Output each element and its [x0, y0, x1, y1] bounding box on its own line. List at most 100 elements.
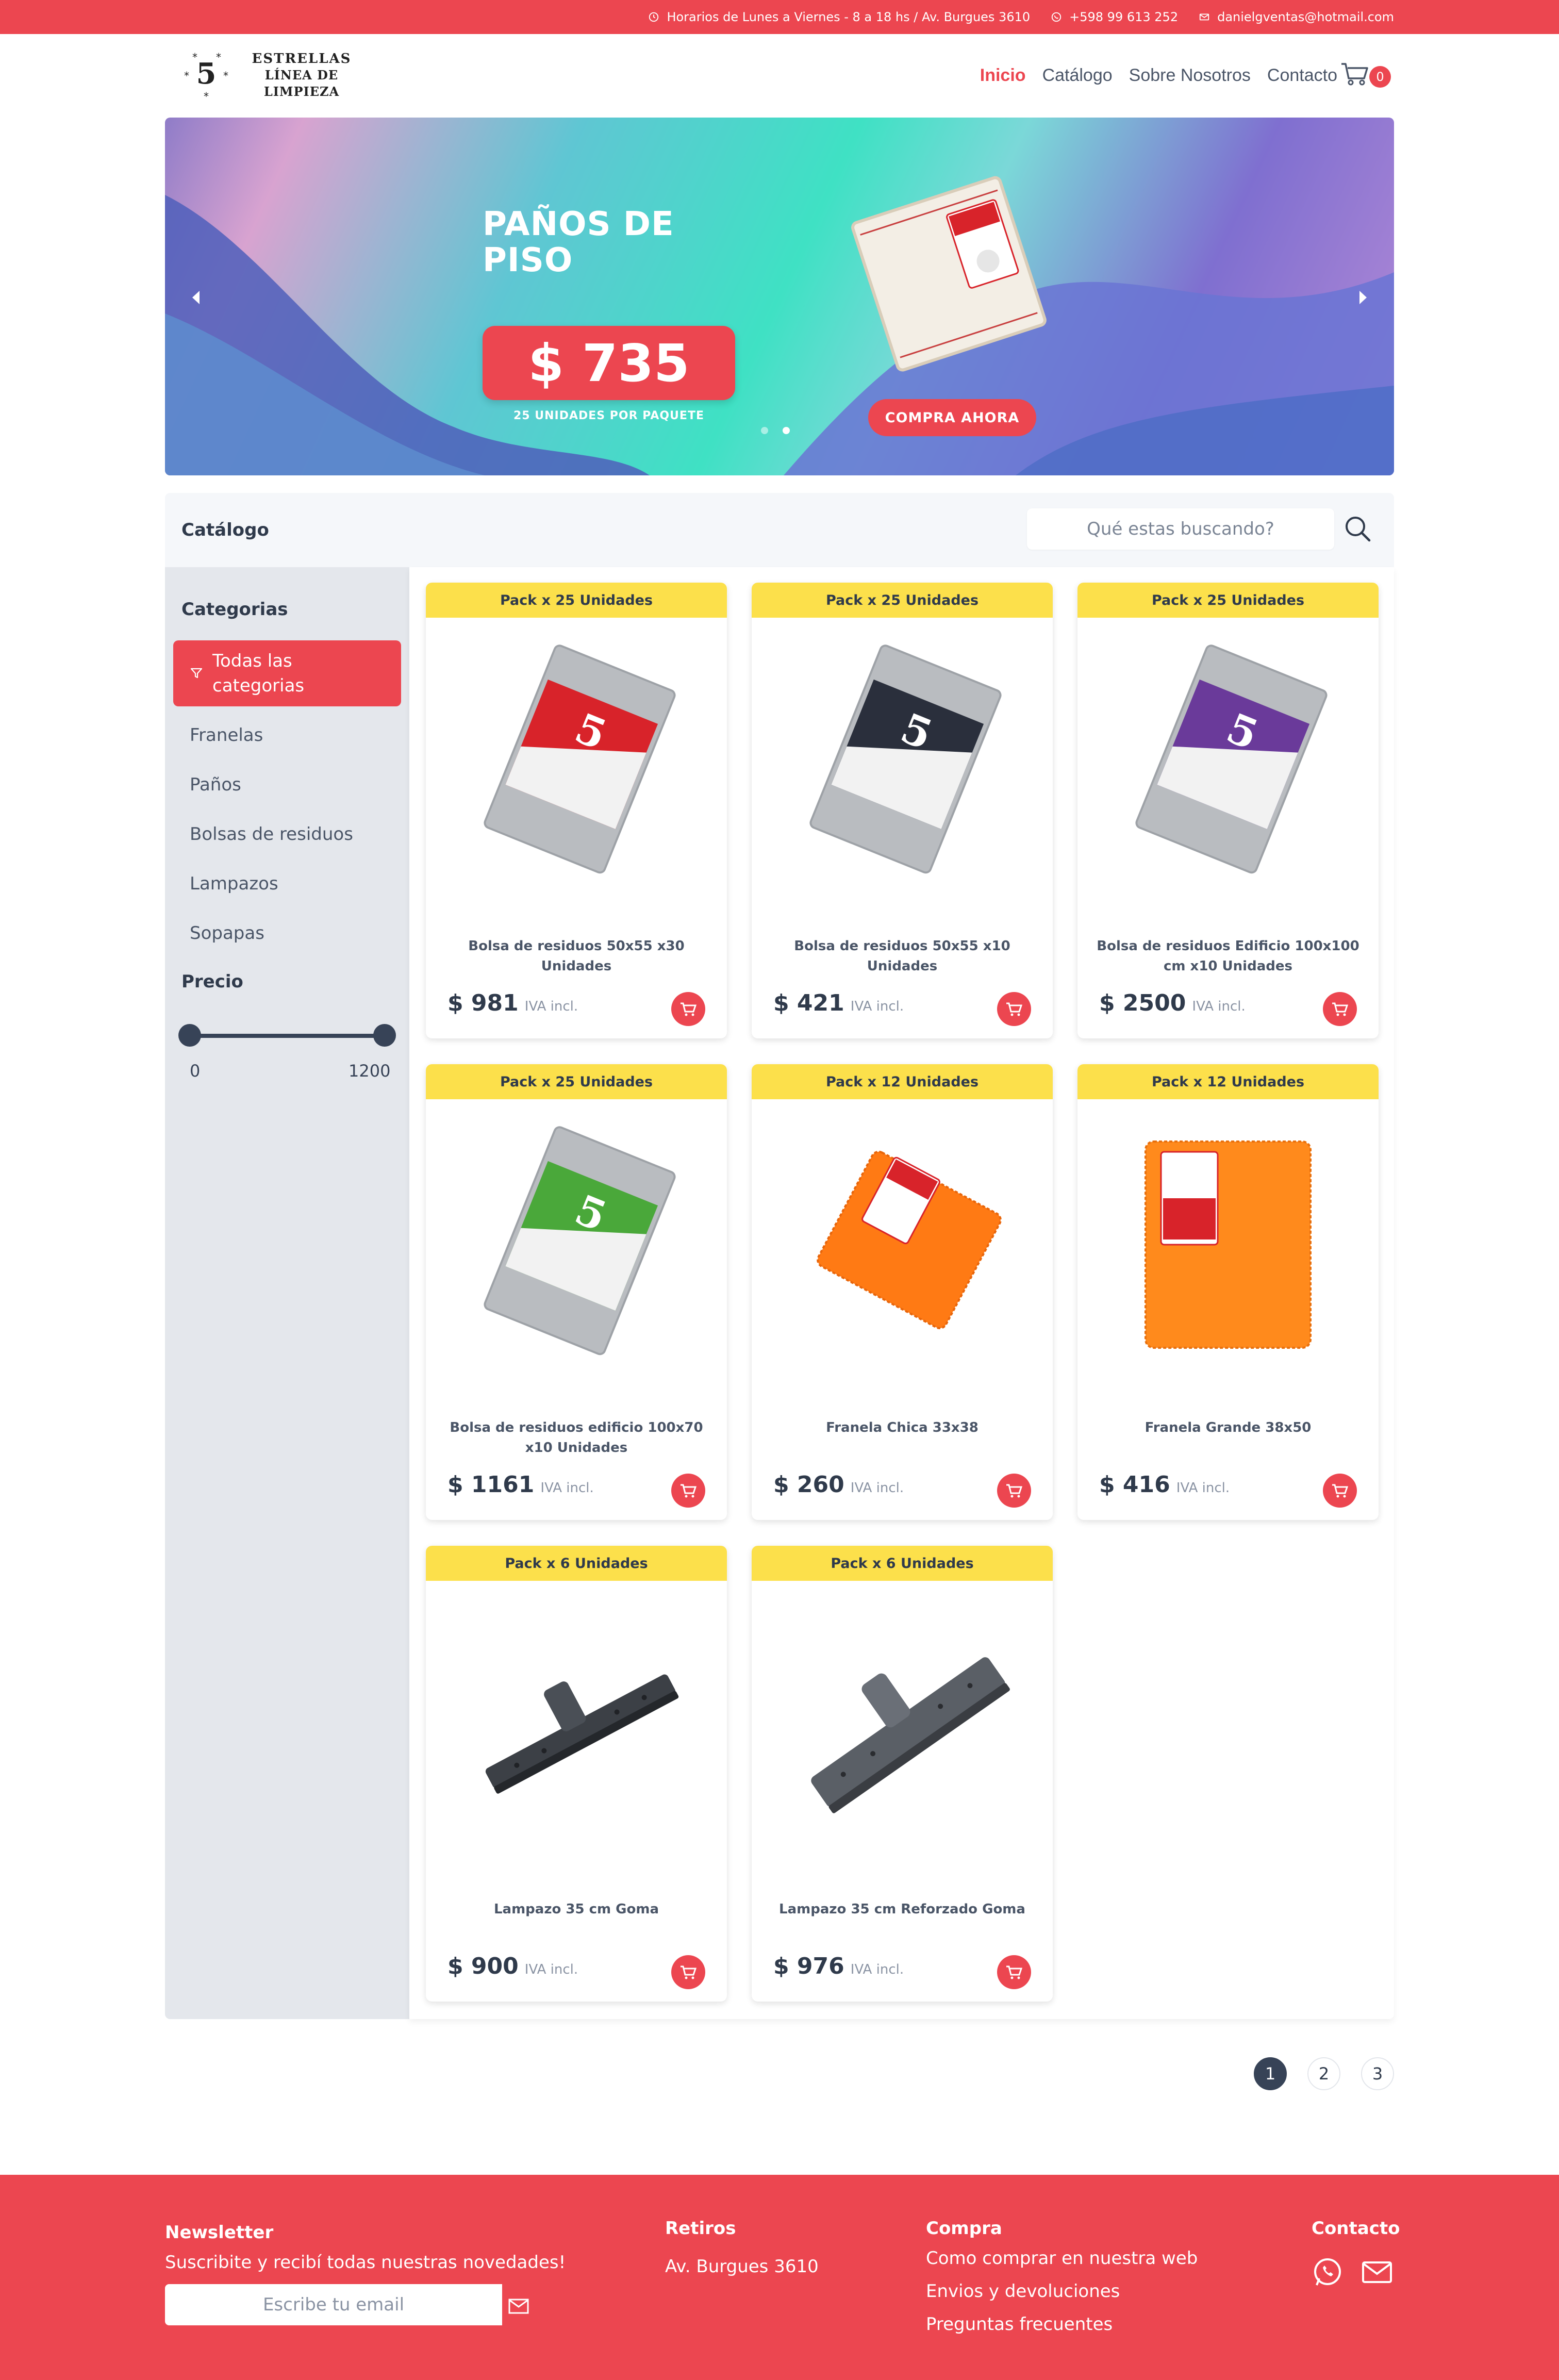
product-grid: Pack x 25 Unidades 5 Bolsa de residuos 5…	[409, 567, 1394, 2019]
squeegee-icon	[485, 1674, 679, 1794]
add-to-cart-button[interactable]	[671, 1474, 705, 1508]
hero-carousel: PAÑOS DE PISO $ 735 25 UNIDADES POR PAQU…	[165, 118, 1394, 475]
search-icon	[1346, 517, 1371, 542]
add-to-cart-button[interactable]	[997, 1474, 1031, 1508]
carousel-prev-button[interactable]	[186, 285, 206, 310]
product-name[interactable]: Lampazo 35 cm Goma	[444, 1899, 708, 1920]
whatsapp-icon[interactable]	[1309, 2254, 1346, 2290]
category-panos[interactable]: Paños	[190, 774, 241, 795]
pack-badge: Pack x 25 Unidades	[426, 583, 727, 618]
top-info-bar: Horarios de Lunes a Viernes - 8 a 18 hs …	[0, 0, 1559, 34]
product-name[interactable]: Bolsa de residuos edificio 100x70 x10 Un…	[444, 1418, 708, 1458]
cart-count-badge: 0	[1369, 66, 1391, 88]
categories-title: Categorias	[181, 599, 288, 620]
catalog-header: Catálogo	[165, 493, 1394, 567]
price-slider-track[interactable]	[189, 1034, 385, 1038]
product-card[interactable]: Pack x 25 Unidades 5 Bolsa de residuos E…	[1077, 583, 1379, 1038]
pack-badge: Pack x 12 Unidades	[1077, 1064, 1379, 1099]
hours-info: Horarios de Lunes a Viernes - 8 a 18 hs …	[648, 10, 1030, 24]
chevron-left-icon	[192, 291, 200, 304]
svg-text:*: *	[192, 51, 197, 63]
buy-now-button[interactable]: COMPRA AHORA	[868, 399, 1036, 436]
product-card[interactable]: Pack x 12 Unidades Franela Grande 38x50 …	[1077, 1064, 1379, 1520]
main-nav: Inicio Catálogo Sobre Nosotros Contacto	[980, 34, 1337, 117]
brand-logo[interactable]: 5 * * * * * ESTRELLAS LÍNEA DE LIMPIEZA	[180, 49, 366, 103]
category-all-label: Todas las categorias	[212, 651, 305, 696]
pagination: 1 2 3	[1254, 2057, 1394, 2090]
bag-red-icon: 5	[484, 644, 676, 874]
svg-text:*: *	[204, 90, 209, 101]
link-faq[interactable]: Preguntas frecuentes	[926, 2314, 1113, 2335]
cart-add-icon	[681, 1002, 697, 1016]
mail-small-icon	[1199, 13, 1209, 21]
pack-badge: Pack x 6 Unidades	[426, 1546, 727, 1581]
product-card[interactable]: Pack x 12 Unidades Franela Chica 33x38 $…	[752, 1064, 1053, 1520]
category-bolsas[interactable]: Bolsas de residuos	[190, 824, 353, 845]
add-to-cart-button[interactable]	[1323, 992, 1357, 1026]
cart-button[interactable]: 0	[1340, 61, 1397, 92]
svg-text:*: *	[184, 70, 189, 82]
contact-title: Contacto	[1312, 2218, 1400, 2239]
category-sopapas[interactable]: Sopapas	[190, 923, 264, 944]
add-to-cart-button[interactable]	[997, 992, 1031, 1026]
price-min-value: 0	[190, 1061, 201, 1081]
product-name[interactable]: Bolsa de residuos 50x55 x30 Unidades	[444, 936, 708, 977]
nav-sobre-nosotros[interactable]: Sobre Nosotros	[1129, 65, 1251, 86]
whatsapp-small-icon	[1051, 12, 1062, 22]
clock-icon	[649, 12, 659, 22]
add-to-cart-button[interactable]	[671, 992, 705, 1026]
product-name[interactable]: Lampazo 35 cm Reforzado Goma	[770, 1899, 1034, 1920]
category-lampazos[interactable]: Lampazos	[190, 873, 278, 894]
link-shipping-returns[interactable]: Envios y devoluciones	[926, 2281, 1120, 2302]
carousel-dot-1[interactable]	[761, 427, 768, 434]
filter-sidebar: Categorias Todas las categorias Franelas…	[165, 567, 409, 2019]
product-card[interactable]: Pack x 25 Unidades 5 Bolsa de residuos 5…	[752, 583, 1053, 1038]
category-all-active[interactable]: Todas las categorias	[173, 640, 401, 706]
product-price: $ 260 IVA incl.	[773, 1472, 904, 1498]
product-name[interactable]: Bolsa de residuos 50x55 x10 Unidades	[770, 936, 1034, 977]
carousel-next-button[interactable]	[1353, 285, 1373, 310]
cart-add-icon	[1006, 1002, 1023, 1016]
page-3-button[interactable]: 3	[1361, 2057, 1394, 2090]
phone-info[interactable]: +598 99 613 252	[1051, 10, 1178, 24]
product-card[interactable]: Pack x 6 Unidades Lampazo 35 cm Reforzad…	[752, 1546, 1053, 2002]
add-to-cart-button[interactable]	[1323, 1474, 1357, 1508]
nav-inicio[interactable]: Inicio	[980, 65, 1026, 86]
mail-icon[interactable]	[1359, 2254, 1395, 2290]
bag-green-icon: 5	[484, 1126, 676, 1356]
price-slider-min-handle[interactable]	[178, 1024, 201, 1047]
hero-background-waves	[165, 195, 1394, 475]
page-1-button[interactable]: 1	[1254, 2057, 1287, 2090]
product-card[interactable]: Pack x 25 Unidades 5 Bolsa de residuos e…	[426, 1064, 727, 1520]
product-card[interactable]: Pack x 6 Unidades Lampazo 35 cm Goma $ 9…	[426, 1546, 727, 2002]
price-slider-max-handle[interactable]	[373, 1024, 396, 1047]
add-to-cart-button[interactable]	[997, 1955, 1031, 1989]
product-price: $ 981 IVA incl.	[447, 990, 578, 1016]
nav-contacto[interactable]: Contacto	[1267, 65, 1337, 86]
add-to-cart-button[interactable]	[671, 1955, 705, 1989]
nav-catalogo[interactable]: Catálogo	[1042, 65, 1113, 86]
product-price: $ 421 IVA incl.	[773, 990, 904, 1016]
product-name[interactable]: Franela Chica 33x38	[770, 1418, 1034, 1438]
newsletter-submit-button[interactable]	[505, 2291, 534, 2320]
product-card[interactable]: Pack x 25 Unidades 5 Bolsa de residuos 5…	[426, 583, 727, 1038]
product-name[interactable]: Franela Grande 38x50	[1096, 1418, 1360, 1438]
send-mail-icon	[508, 2299, 529, 2314]
squeegee-reinforced-icon	[811, 1657, 1010, 1813]
email-info[interactable]: danielgventas@hotmail.com	[1199, 10, 1394, 24]
search-button[interactable]	[1340, 511, 1376, 548]
product-name[interactable]: Bolsa de residuos Edificio 100x100 cm x1…	[1096, 936, 1360, 977]
newsletter-email-input[interactable]	[165, 2284, 502, 2325]
cart-icon	[1341, 63, 1368, 86]
cart-add-icon	[681, 1965, 697, 1979]
pack-badge: Pack x 25 Unidades	[1077, 583, 1379, 618]
cart-add-icon	[1332, 1484, 1349, 1498]
link-how-to-buy[interactable]: Como comprar en nuestra web	[926, 2248, 1198, 2269]
hours-text: Horarios de Lunes a Viernes - 8 a 18 hs …	[667, 10, 1031, 24]
newsletter-text: Suscribite y recibí todas nuestras noved…	[165, 2252, 566, 2273]
search-input[interactable]	[1027, 508, 1334, 550]
carousel-dot-2[interactable]	[783, 427, 790, 434]
page-2-button[interactable]: 2	[1307, 2057, 1340, 2090]
newsletter-title: Newsletter	[165, 2222, 274, 2243]
category-franelas[interactable]: Franelas	[190, 725, 263, 746]
